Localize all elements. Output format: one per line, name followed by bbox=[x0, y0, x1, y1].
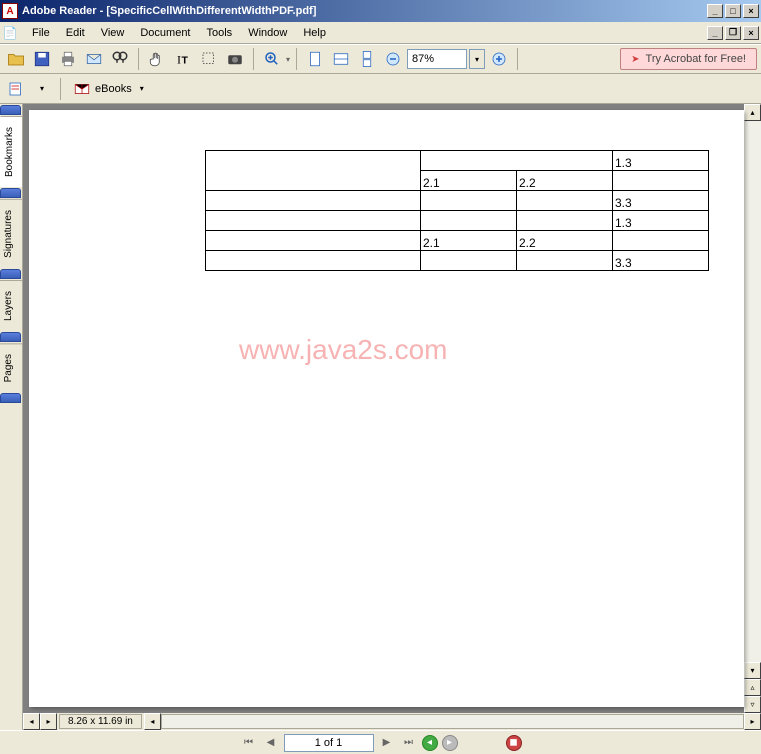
stop-button[interactable]: ◼ bbox=[506, 735, 522, 751]
ebooks-label: eBooks bbox=[95, 83, 132, 95]
fit-page-button[interactable] bbox=[303, 47, 327, 71]
ebooks-button[interactable]: eBooks ▾ bbox=[67, 78, 150, 100]
main-toolbar: IT ▾ 87% ▾ Try Acrobat for Free! bbox=[0, 44, 761, 74]
doc-icon: 📄 bbox=[2, 25, 18, 41]
menu-edit[interactable]: Edit bbox=[58, 25, 93, 41]
menu-document[interactable]: Document bbox=[132, 25, 198, 41]
zoom-input[interactable]: 87% bbox=[407, 49, 467, 69]
svg-text:I: I bbox=[177, 53, 181, 67]
text-select-tool[interactable]: IT bbox=[171, 47, 195, 71]
hscroll-left-button[interactable]: ◂ bbox=[23, 713, 40, 730]
sidebar-cap bbox=[0, 332, 21, 342]
first-page-button[interactable]: ⏮ bbox=[240, 734, 258, 752]
doc-minimize-button[interactable]: _ bbox=[707, 26, 723, 40]
review-dropdown[interactable]: ▾ bbox=[30, 77, 54, 101]
menu-file[interactable]: File bbox=[24, 25, 58, 41]
menu-tools[interactable]: Tools bbox=[199, 25, 241, 41]
app-icon: A bbox=[2, 3, 18, 19]
sidebar-cap bbox=[0, 188, 21, 198]
scroll-page-up[interactable]: ▵ bbox=[744, 679, 761, 696]
sidebar-tab-pages[interactable]: Pages bbox=[0, 343, 22, 392]
email-button[interactable] bbox=[82, 47, 106, 71]
maximize-button[interactable]: □ bbox=[725, 4, 741, 18]
hscroll-track[interactable] bbox=[161, 714, 744, 729]
table-row: 3.3 bbox=[206, 251, 709, 271]
snapshot-tool[interactable] bbox=[223, 47, 247, 71]
sidebar-tab-layers[interactable]: Layers bbox=[0, 280, 22, 331]
sidebar-cap-top bbox=[0, 105, 21, 115]
search-button[interactable] bbox=[108, 47, 132, 71]
review-button[interactable] bbox=[4, 77, 28, 101]
sidebar: Bookmarks Signatures Layers Pages bbox=[0, 104, 23, 730]
statusbar: ⏮ ◀ 1 of 1 ▶ ⏭ ◂ ▸ ◼ bbox=[0, 730, 761, 754]
menu-window[interactable]: Window bbox=[240, 25, 295, 41]
sidebar-cap bbox=[0, 269, 21, 279]
zoom-in-button[interactable] bbox=[260, 47, 284, 71]
close-button[interactable]: × bbox=[743, 4, 759, 18]
scroll-up-button[interactable]: ▴ bbox=[744, 104, 761, 121]
secondary-toolbar: ▾ eBooks ▾ bbox=[0, 74, 761, 104]
pdf-page[interactable]: 1.3 2.1 2.2 3.3 1.3 bbox=[29, 110, 744, 707]
sidebar-cap-bottom bbox=[0, 393, 21, 403]
page-dimensions: 8.26 x 11.69 in bbox=[59, 714, 142, 729]
zoom-out-button[interactable] bbox=[381, 47, 405, 71]
print-button[interactable] bbox=[56, 47, 80, 71]
hand-tool[interactable] bbox=[145, 47, 169, 71]
zoom-plus-button[interactable] bbox=[487, 47, 511, 71]
hscroll-track-right[interactable]: ▸ bbox=[744, 713, 761, 730]
table-row: 1.3 bbox=[206, 211, 709, 231]
document-area: 1.3 2.1 2.2 3.3 1.3 bbox=[23, 104, 761, 730]
prev-page-button[interactable]: ◀ bbox=[262, 734, 280, 752]
titlebar: A Adobe Reader - [SpecificCellWithDiffer… bbox=[0, 0, 761, 22]
next-page-button[interactable]: ▶ bbox=[378, 734, 396, 752]
last-page-button[interactable]: ⏭ bbox=[400, 734, 418, 752]
fit-width-button[interactable] bbox=[329, 47, 353, 71]
back-button[interactable]: ◂ bbox=[422, 735, 438, 751]
menu-help[interactable]: Help bbox=[295, 25, 334, 41]
scroll-page-down[interactable]: ▿ bbox=[744, 696, 761, 713]
scroll-down-button[interactable]: ▾ bbox=[744, 662, 761, 679]
horizontal-scroll-row: ◂ ▸ 8.26 x 11.69 in ◂ ▸ bbox=[23, 713, 761, 730]
menu-view[interactable]: View bbox=[93, 25, 133, 41]
table-row: 2.1 2.2 bbox=[206, 231, 709, 251]
sidebar-tab-signatures[interactable]: Signatures bbox=[0, 199, 22, 268]
select-tool[interactable] bbox=[197, 47, 221, 71]
minimize-button[interactable]: _ bbox=[707, 4, 723, 18]
menubar: 📄 File Edit View Document Tools Window H… bbox=[0, 22, 761, 44]
zoom-dropdown[interactable]: ▾ bbox=[469, 49, 485, 69]
promo-button[interactable]: Try Acrobat for Free! bbox=[620, 48, 757, 70]
pdf-table: 1.3 2.1 2.2 3.3 1.3 bbox=[205, 150, 709, 271]
sidebar-tab-bookmarks[interactable]: Bookmarks bbox=[0, 116, 22, 187]
hscroll-right-button[interactable]: ▸ bbox=[40, 713, 57, 730]
open-button[interactable] bbox=[4, 47, 28, 71]
continuous-button[interactable] bbox=[355, 47, 379, 71]
doc-close-button[interactable]: × bbox=[743, 26, 759, 40]
forward-button[interactable]: ▸ bbox=[442, 735, 458, 751]
table-row: 3.3 bbox=[206, 191, 709, 211]
title-text: Adobe Reader - [SpecificCellWithDifferen… bbox=[22, 5, 707, 17]
save-button[interactable] bbox=[30, 47, 54, 71]
page-indicator[interactable]: 1 of 1 bbox=[284, 734, 374, 752]
main-area: Bookmarks Signatures Layers Pages 1.3 2.… bbox=[0, 104, 761, 730]
svg-text:T: T bbox=[182, 55, 189, 67]
table-row: 1.3 bbox=[206, 151, 709, 171]
doc-restore-button[interactable]: ❐ bbox=[725, 26, 741, 40]
vertical-scrollbar[interactable]: ▴ ▾ ▵ ▿ bbox=[744, 104, 761, 713]
hscroll-track-left[interactable]: ◂ bbox=[144, 713, 161, 730]
watermark: www.java2s.com bbox=[239, 334, 448, 366]
